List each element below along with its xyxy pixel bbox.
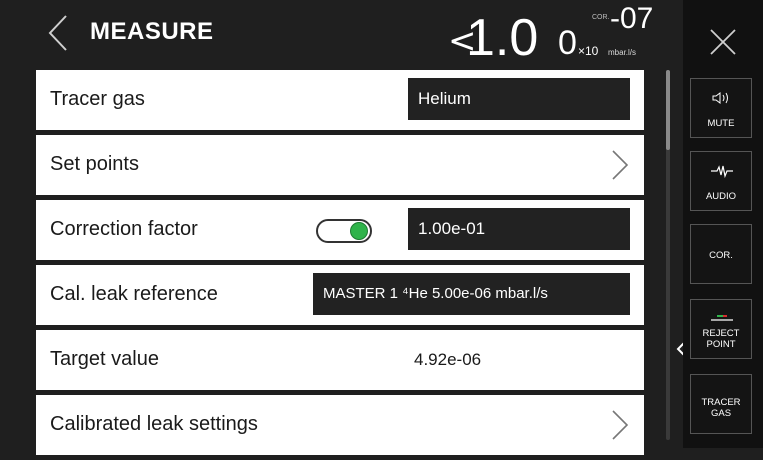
row-label: Tracer gas (50, 88, 145, 110)
correction-indicator: COR. (592, 14, 610, 21)
speaker-icon (712, 92, 728, 104)
chevron-right-icon (612, 150, 629, 180)
reading-mantissa: 1.0 (466, 9, 539, 67)
reject-point-label: REJECT POINT (691, 328, 751, 350)
set-points-row[interactable]: Set points (36, 135, 644, 195)
reject-point-button[interactable]: REJECT POINT (690, 299, 752, 359)
row-label: Target value (50, 348, 159, 370)
row-label: Calibrated leak settings (50, 413, 258, 435)
cal-leak-reference-row: Cal. leak reference MASTER 1 ⁴He 5.00e-0… (36, 265, 644, 325)
mute-button[interactable]: MUTE (690, 78, 752, 138)
tracer-gas-row[interactable]: Tracer gas Helium (36, 70, 644, 130)
leak-rate-reading: < 1.0 0 COR. -07 ×10 mbar.l/s (448, 2, 673, 67)
mute-label: MUTE (707, 118, 735, 129)
tracer-label-line2: GAS (710, 408, 732, 419)
calibrated-leak-settings-row[interactable]: Calibrated leak settings (36, 395, 644, 455)
chevron-right-icon (612, 410, 629, 440)
reject-point-icon (711, 315, 733, 321)
row-label: Set points (50, 153, 139, 175)
measure-screen: MEASURE < 1.0 0 COR. -07 ×10 mbar.l/s Tr… (0, 0, 763, 455)
audio-button[interactable]: AUDIO (690, 151, 752, 211)
close-icon (710, 29, 736, 55)
waveform-icon (711, 165, 733, 178)
target-value: 4.92e-06 (414, 350, 482, 369)
scrollbar[interactable] (666, 70, 670, 440)
target-value-row: Target value 4.92e-06 (36, 330, 644, 390)
row-label: Cal. leak reference (50, 283, 218, 305)
correction-factor-toggle[interactable] (316, 219, 372, 243)
reading-mantissa-last-digit: 0 (558, 24, 577, 62)
side-panel: MUTE AUDIO COR. REJECT POINT TRACER GAS (683, 0, 763, 448)
header: MEASURE < 1.0 0 COR. -07 ×10 mbar.l/s (0, 0, 683, 67)
reject-label-line1: REJECT (702, 328, 740, 339)
cal-leak-reference-value[interactable]: MASTER 1 ⁴He 5.00e-06 mbar.l/s (313, 273, 630, 315)
reading-times-ten: ×10 (578, 44, 599, 58)
row-label: Correction factor (50, 218, 198, 240)
settings-list: Tracer gas Helium Set points Correction … (36, 70, 644, 460)
audio-label: AUDIO (705, 191, 737, 202)
tracer-gas-value[interactable]: Helium (408, 78, 630, 120)
cor-button[interactable]: COR. (690, 224, 752, 284)
correction-factor-value[interactable]: 1.00e-01 (408, 208, 630, 250)
toggle-knob (350, 222, 368, 240)
correction-factor-row: Correction factor 1.00e-01 (36, 200, 644, 260)
tracer-gas-button[interactable]: TRACER GAS (690, 374, 752, 434)
tracer-label-line1: TRACER (701, 397, 741, 408)
reject-label-line2: POINT (706, 339, 736, 350)
back-button[interactable] (44, 12, 76, 54)
cor-label: COR. (709, 250, 733, 261)
reading-exponent: -07 (610, 2, 654, 35)
close-button[interactable] (703, 22, 743, 62)
reading-unit: mbar.l/s (608, 48, 637, 57)
chevron-left-icon (48, 15, 67, 51)
tracer-gas-label: TRACER GAS (691, 397, 751, 419)
page-title: MEASURE (90, 18, 214, 45)
scrollbar-thumb[interactable] (666, 70, 670, 150)
